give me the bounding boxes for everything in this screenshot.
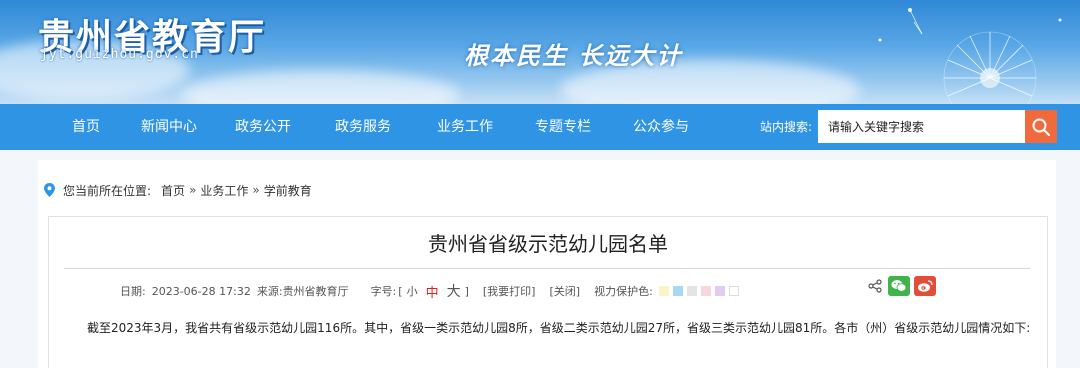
eye-care-swatch-pink[interactable] <box>700 286 711 296</box>
title-divider <box>64 268 1030 269</box>
breadcrumb-separator: » <box>189 183 197 197</box>
nav-item-business[interactable]: 业务工作 <box>428 104 502 150</box>
nav-item-open-affairs[interactable]: 政务公开 <box>226 104 300 150</box>
nav-item-public[interactable]: 公众参与 <box>624 104 698 150</box>
weibo-share-button[interactable] <box>914 276 936 296</box>
source-value: 贵州省教育厅 <box>282 285 349 298</box>
share-icon[interactable] <box>868 279 882 293</box>
eye-care-swatch-blue[interactable] <box>672 286 683 296</box>
nav-item-home[interactable]: 首页 <box>58 104 114 150</box>
wechat-share-button[interactable] <box>888 276 910 296</box>
font-large-button[interactable]: 大 <box>447 281 461 301</box>
font-small-button[interactable]: 小 <box>407 283 418 299</box>
nav-item-services[interactable]: 政务服务 <box>326 104 400 150</box>
search-icon <box>1032 118 1051 136</box>
cloud-decoration <box>180 70 460 104</box>
article-body-first-line: 截至2023年3月，我省共有省级示范幼儿园116所。其中，省级一类示范幼儿园8所… <box>87 321 1031 335</box>
breadcrumb-prefix: 您当前所在位置: <box>63 183 152 198</box>
search-button[interactable] <box>1025 110 1057 143</box>
eye-care-label: 视力保护色: <box>594 285 653 298</box>
article-title: 贵州省省级示范幼儿园名单 <box>428 232 668 256</box>
date-label: 日期: <box>120 285 146 298</box>
publish-date: 2023-06-28 17:32 <box>151 284 251 298</box>
eye-care-swatch-white[interactable] <box>728 286 739 296</box>
site-domain: jyt.guizhou.gov.cn <box>40 47 199 62</box>
breadcrumb: 您当前所在位置: 首页 » 业务工作 » 学前教育 <box>44 182 312 198</box>
breadcrumb-separator: » <box>252 183 260 197</box>
dandelion-decoration <box>878 8 1062 104</box>
nav-item-topics[interactable]: 专题专栏 <box>526 104 600 150</box>
source-label: 来源: <box>256 285 283 298</box>
breadcrumb-home[interactable]: 首页 <box>161 182 185 199</box>
eye-care-swatch-yellow[interactable] <box>658 286 669 296</box>
search-label: 站内搜索: <box>760 120 813 134</box>
breadcrumb-business[interactable]: 业务工作 <box>200 182 248 199</box>
eye-care-swatch-purple[interactable] <box>714 286 725 296</box>
location-pin-icon <box>44 183 55 197</box>
bracket-open: [ <box>398 284 403 298</box>
wechat-icon <box>891 280 907 292</box>
font-medium-button[interactable]: 中 <box>426 282 439 301</box>
slogan: 根本民生 长远大计 <box>464 41 683 70</box>
font-size-switcher: [ 小 中 大 ] <box>396 281 469 301</box>
share-area <box>868 276 936 296</box>
breadcrumb-preschool[interactable]: 学前教育 <box>264 182 312 199</box>
header-banner: 贵州省教育厅 jyt.guizhou.gov.cn 根本民生 长远大计 <box>0 0 1080 104</box>
eye-care-swatch-gray[interactable] <box>686 286 697 296</box>
font-size-label: 字号: <box>370 285 397 298</box>
print-link[interactable]: [我要打印] <box>483 283 536 299</box>
close-link[interactable]: [关闭] <box>549 283 580 299</box>
article-meta: 日期: 2023-06-28 17:32 来源: 贵州省教育厅 字号: [ 小 … <box>120 281 743 301</box>
bracket-close: ] <box>464 284 469 298</box>
nav-item-news[interactable]: 新闻中心 <box>132 104 206 150</box>
search-input[interactable] <box>818 110 1026 143</box>
weibo-icon <box>918 280 933 292</box>
